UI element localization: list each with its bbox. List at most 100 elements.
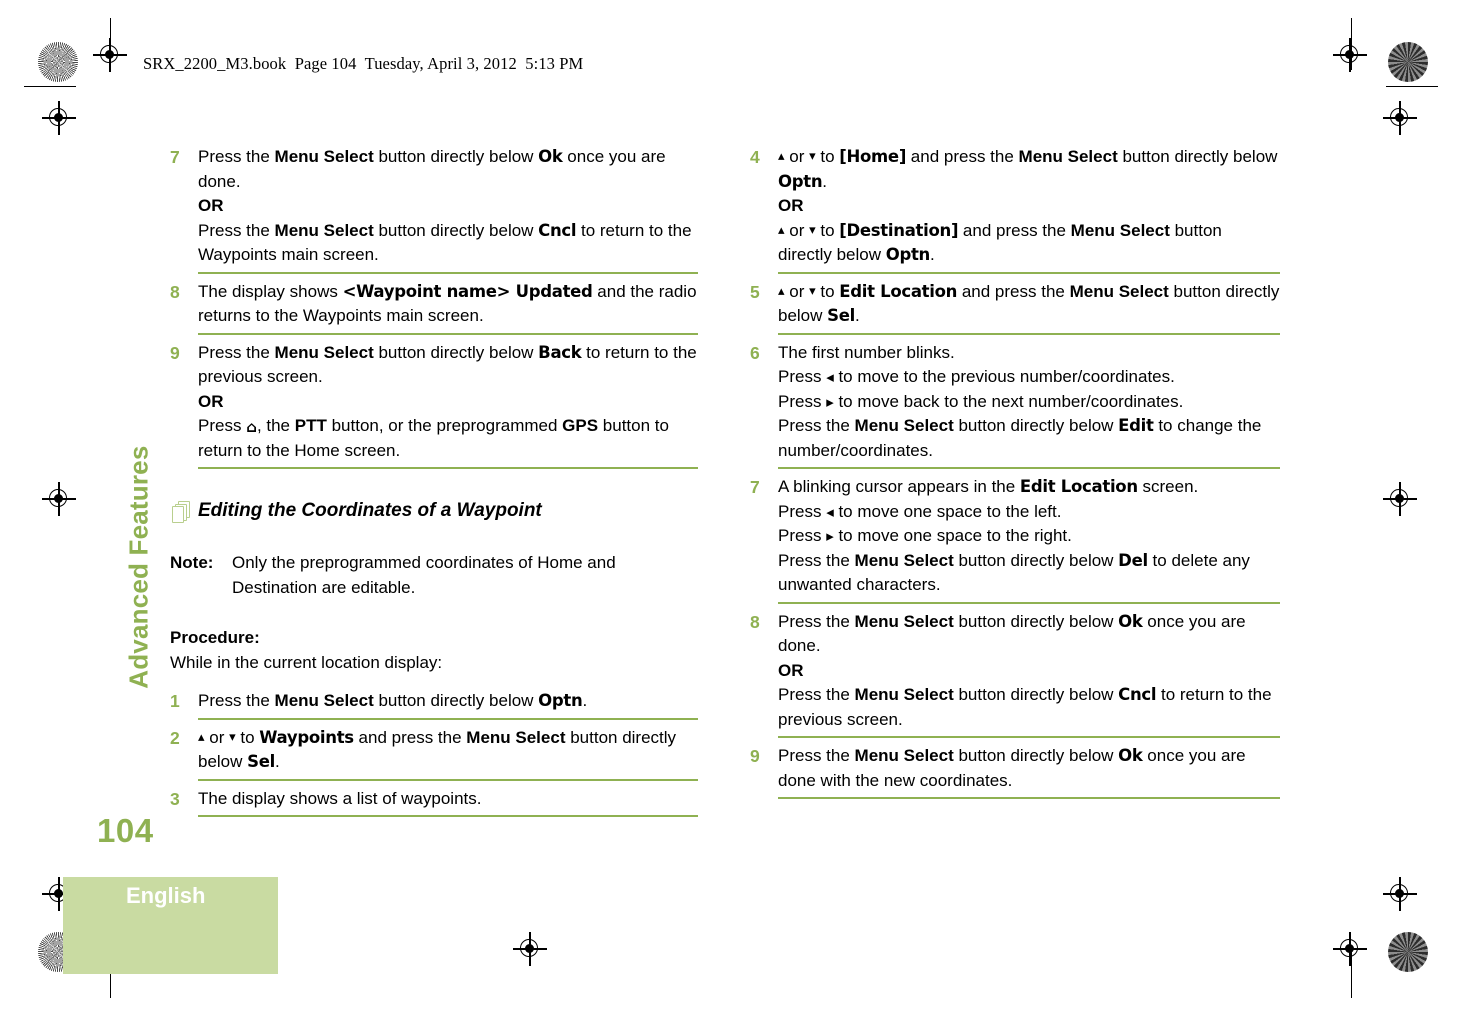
- step-body: ▴ or ▾ to [Home] and press the Menu Sele…: [778, 145, 1280, 268]
- step-row: 2 ▴ or ▾ to Waypoints and press the Menu …: [170, 726, 698, 775]
- emphasis-text: Menu Select: [1069, 281, 1169, 301]
- steps-group-right: 4 ▴ or ▾ to [Home] and press the Menu Sel…: [750, 145, 1280, 799]
- emphasis-text: OR: [198, 196, 224, 215]
- section-heading-text: Editing the Coordinates of a Waypoint: [198, 500, 542, 521]
- down-arrow-icon: ▾: [229, 729, 236, 745]
- registration-mark-bottom-center: [513, 932, 547, 966]
- step-row: 8 The display shows <Waypoint name> Updat…: [170, 280, 698, 329]
- screen-label: [Home]: [839, 147, 907, 166]
- emphasis-text: Menu Select: [854, 611, 954, 631]
- emphasis-text: Menu Select: [274, 220, 374, 240]
- screen-label: Del: [1118, 550, 1148, 570]
- note-label: Note:: [170, 553, 214, 572]
- step-number: 1: [170, 691, 180, 711]
- step-line: Press the Menu Select button directly be…: [198, 220, 692, 265]
- step-line: Press ◂ to move one space to the left.: [778, 501, 1062, 521]
- registration-star-top-left: [38, 42, 78, 82]
- step-line: The display shows a list of waypoints.: [198, 788, 482, 808]
- screen-label: Back: [538, 342, 582, 362]
- step-divider-rule: [198, 332, 698, 335]
- step-number: 8: [750, 611, 760, 632]
- note-text: Only the preprogrammed coordinates of Ho…: [232, 553, 616, 597]
- down-arrow-icon: ▾: [809, 222, 816, 238]
- book-running-header: SRX_2200_M3.book Page 104 Tuesday, April…: [143, 54, 584, 73]
- procedure-step: 8 The display shows <Waypoint name> Updat…: [170, 280, 698, 335]
- registration-mark-lower-right: [1383, 877, 1417, 911]
- step-body: The display shows <Waypoint name> Update…: [198, 280, 698, 329]
- section-tab-label: Advanced Features: [123, 445, 154, 689]
- registration-mark-upper-right: [1383, 101, 1417, 135]
- step-line: The first number blinks.: [778, 342, 955, 362]
- crop-line-top-left-horizontal: [24, 86, 76, 88]
- step-row: 1 Press the Menu Select button directly b…: [170, 689, 698, 714]
- down-arrow-icon: ▾: [809, 283, 816, 299]
- screen-label: Sel: [247, 752, 275, 771]
- step-divider-rule: [198, 815, 698, 817]
- emphasis-text: OR: [198, 391, 224, 411]
- step-row: 9 Press the Menu Select button directly b…: [750, 744, 1280, 793]
- procedure-step: 2 ▴ or ▾ to Waypoints and press the Menu …: [170, 726, 698, 781]
- step-line: Press ⌂, the PTT button, or the preprogr…: [198, 416, 669, 460]
- step-line: Press the Menu Select button directly be…: [198, 691, 588, 710]
- screen-label: Optn: [538, 691, 583, 710]
- left-arrow-icon: ◂: [826, 368, 834, 386]
- home-icon: ⌂: [246, 418, 257, 436]
- up-arrow-icon: ▴: [198, 729, 205, 745]
- step-line: Press the Menu Select button directly be…: [198, 342, 697, 387]
- screen-label: Sel: [827, 306, 855, 325]
- step-body: ▴ or ▾ to Edit Location and press the Me…: [778, 280, 1280, 329]
- registration-mark-top-right: [1333, 38, 1367, 72]
- step-line: Press the Menu Select button directly be…: [778, 550, 1250, 595]
- step-line: Press ◂ to move to the previous number/c…: [778, 367, 1175, 386]
- step-body: ▴ or ▾ to Waypoints and press the Menu S…: [198, 726, 698, 775]
- step-row: 9 Press the Menu Select button directly b…: [170, 341, 698, 464]
- note-block: Note: Only the preprogrammed coordinates…: [170, 551, 698, 600]
- step-row: 4 ▴ or ▾ to [Home] and press the Menu Sel…: [750, 145, 1280, 268]
- step-line: Press the Menu Select button directly be…: [778, 611, 1246, 656]
- procedure-step: 9 Press the Menu Select button directly b…: [170, 341, 698, 469]
- steps-group-top: 7 Press the Menu Select button directly b…: [170, 145, 698, 469]
- step-line: Press ▸ to move back to the next number/…: [778, 391, 1184, 411]
- step-number: 7: [750, 477, 760, 497]
- step-body: Press the Menu Select button directly be…: [198, 145, 698, 268]
- step-body: A blinking cursor appears in the Edit Lo…: [778, 475, 1280, 598]
- procedure-step: 1 Press the Menu Select button directly b…: [170, 689, 698, 720]
- step-line: Press the Menu Select button directly be…: [198, 147, 666, 191]
- registration-mark-upper-left: [42, 101, 76, 135]
- emphasis-text: PTT: [294, 416, 327, 435]
- screen-label: Ok: [1118, 746, 1143, 765]
- up-arrow-icon: ▴: [778, 222, 785, 238]
- right-arrow-icon: ▸: [826, 527, 834, 545]
- language-label: English: [126, 883, 206, 908]
- step-body: Press the Menu Select button directly be…: [778, 610, 1280, 733]
- step-line: Press ▸ to move one space to the right.: [778, 526, 1072, 545]
- step-number: 3: [170, 788, 180, 809]
- emphasis-text: Menu Select: [274, 342, 374, 362]
- step-body: Press the Menu Select button directly be…: [198, 341, 698, 464]
- step-body: Press the Menu Select button directly be…: [198, 689, 698, 714]
- registration-star-bottom-right: [1388, 932, 1428, 972]
- step-number: 4: [750, 147, 760, 167]
- step-number: 2: [170, 727, 180, 748]
- emphasis-text: Menu Select: [274, 691, 374, 710]
- step-line: OR: [198, 194, 698, 219]
- right-text-column: 4 ▴ or ▾ to [Home] and press the Menu Sel…: [750, 145, 1280, 805]
- screen-label: Ok: [1118, 611, 1143, 631]
- procedure-step: 4 ▴ or ▾ to [Home] and press the Menu Sel…: [750, 145, 1280, 274]
- procedure-label: Procedure:: [170, 628, 260, 647]
- step-body: The display shows a list of waypoints.: [198, 787, 698, 812]
- crop-line-bottom-right-vertical: [1351, 952, 1353, 998]
- procedure-step: 7 A blinking cursor appears in the Edit L…: [750, 475, 1280, 604]
- step-divider-rule: [778, 271, 1280, 274]
- procedure-step: 5 ▴ or ▾ to Edit Location and press the M…: [750, 280, 1280, 335]
- step-row: 7 A blinking cursor appears in the Edit L…: [750, 475, 1280, 598]
- emphasis-text: Menu Select: [854, 416, 954, 435]
- screen-label: <Waypoint name> Updated: [342, 281, 593, 301]
- step-line: ▴ or ▾ to [Destination] and press the Me…: [778, 220, 1222, 265]
- step-divider-rule: [778, 332, 1280, 335]
- emphasis-text: OR: [778, 196, 804, 215]
- step-row: 3 The display shows a list of waypoints.: [170, 787, 698, 812]
- steps-group-bottom: 1 Press the Menu Select button directly b…: [170, 689, 698, 817]
- procedure-step: 7 Press the Menu Select button directly b…: [170, 145, 698, 274]
- emphasis-text: Menu Select: [274, 147, 374, 166]
